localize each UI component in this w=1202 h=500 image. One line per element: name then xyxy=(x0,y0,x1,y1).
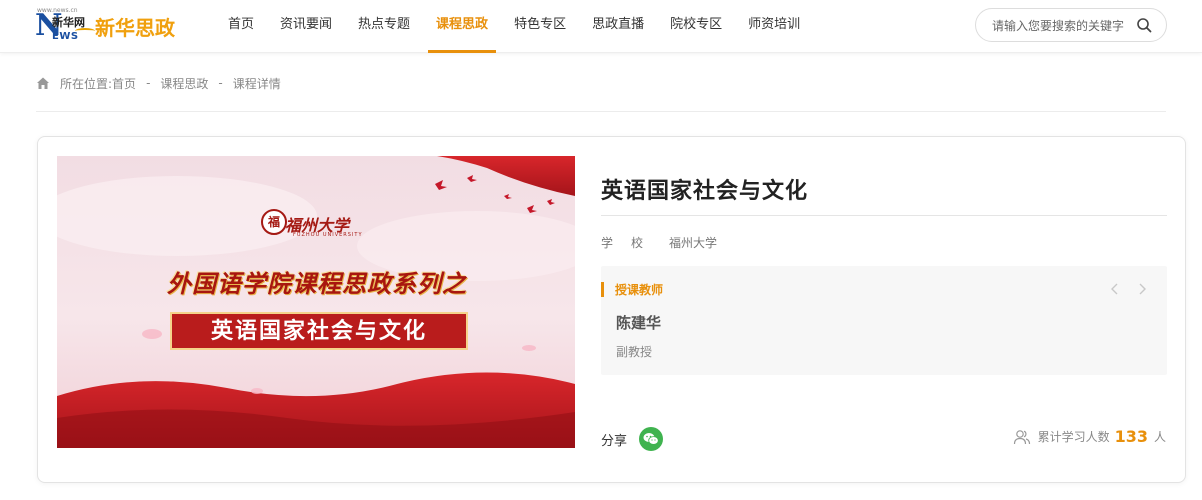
logo-ews: EWS xyxy=(52,31,79,42)
breadcrumb-divider xyxy=(36,111,1166,112)
breadcrumb-home[interactable]: 首页 xyxy=(112,75,136,92)
search-icon[interactable] xyxy=(1136,17,1152,33)
logo-swoosh-icon xyxy=(75,28,95,34)
home-icon xyxy=(37,77,49,89)
breadcrumb-course-ideology[interactable]: 课程思政 xyxy=(160,75,208,92)
learner-count-label: 累计学习人数 xyxy=(1037,430,1110,444)
cover-course-title: 英语国家社会与文化 xyxy=(170,312,468,350)
learner-count-unit: 人 xyxy=(1153,430,1166,444)
breadcrumb-course-detail: 课程详情 xyxy=(232,76,281,91)
nav-item-topics[interactable]: 热点专题 xyxy=(345,0,423,53)
prev-teacher-chevron-left-icon[interactable] xyxy=(1108,282,1122,296)
breadcrumb-separator: - xyxy=(146,76,151,90)
school-label: 学校 xyxy=(601,236,662,250)
teacher-rank: 副教授 xyxy=(616,345,653,359)
nav-item-home[interactable]: 首页 xyxy=(215,0,267,53)
share-label: 分享 xyxy=(601,433,628,449)
teacher-section-header: 授课教师 xyxy=(601,281,663,297)
teacher-section-label: 授课教师 xyxy=(615,282,664,297)
breadcrumb: 所在位置: 首页 - 课程思政 - 课程详情 xyxy=(36,74,281,92)
school-row: 学校 福州大学 xyxy=(601,234,717,251)
cover-university-en: FUZHOU UNIVERSITY xyxy=(293,232,363,238)
course-cover-image[interactable]: 福 福州大学 FUZHOU UNIVERSITY 外国语学院课程思政系列之 英语… xyxy=(57,156,575,448)
wechat-share-button[interactable] xyxy=(639,427,664,451)
nav-item-live[interactable]: 思政直播 xyxy=(579,0,657,53)
nav-item-training[interactable]: 师资培训 xyxy=(735,0,813,53)
site-header: www.news.cn N 新华网 EWS 新华思政 首页 资讯要闻 热点专题 … xyxy=(0,0,1202,53)
learner-count-value: 133 xyxy=(1114,427,1148,446)
search-box xyxy=(975,8,1167,42)
share-row: 分享 xyxy=(601,427,664,451)
university-seal-icon: 福 xyxy=(261,209,287,235)
next-teacher-chevron-right-icon[interactable] xyxy=(1135,282,1149,296)
cover-series-title: 外国语学院课程思政系列之 xyxy=(167,269,467,298)
title-divider xyxy=(601,215,1167,216)
xinhua-news-logo: www.news.cn N 新华网 EWS xyxy=(35,7,95,44)
search-input[interactable] xyxy=(992,17,1134,35)
wechat-icon xyxy=(643,433,659,445)
nav-item-colleges[interactable]: 院校专区 xyxy=(657,0,735,53)
course-card: 福 福州大学 FUZHOU UNIVERSITY 外国语学院课程思政系列之 英语… xyxy=(37,136,1186,483)
main-nav: 首页 资讯要闻 热点专题 课程思政 特色专区 思政直播 院校专区 师资培训 xyxy=(215,0,813,53)
teacher-name[interactable]: 陈建华 xyxy=(616,312,661,333)
learner-count-row: 累计学习人数 133 人 xyxy=(1013,427,1166,446)
nav-item-course-ideology[interactable]: 课程思政 xyxy=(423,0,501,53)
brand-text: 新华思政 xyxy=(95,15,175,40)
cover-background xyxy=(57,156,575,448)
site-logo[interactable]: www.news.cn N 新华网 EWS 新华思政 xyxy=(35,7,175,44)
nav-item-news[interactable]: 资讯要闻 xyxy=(267,0,345,53)
users-icon xyxy=(1013,429,1030,444)
course-title: 英语国家社会与文化 xyxy=(601,179,809,204)
accent-bar xyxy=(601,281,604,297)
breadcrumb-prefix: 所在位置: xyxy=(60,76,113,91)
nav-item-featured[interactable]: 特色专区 xyxy=(501,0,579,53)
teacher-panel: 授课教师 陈建华 副教授 xyxy=(601,266,1167,375)
breadcrumb-separator: - xyxy=(218,76,223,90)
school-value: 福州大学 xyxy=(669,236,718,250)
